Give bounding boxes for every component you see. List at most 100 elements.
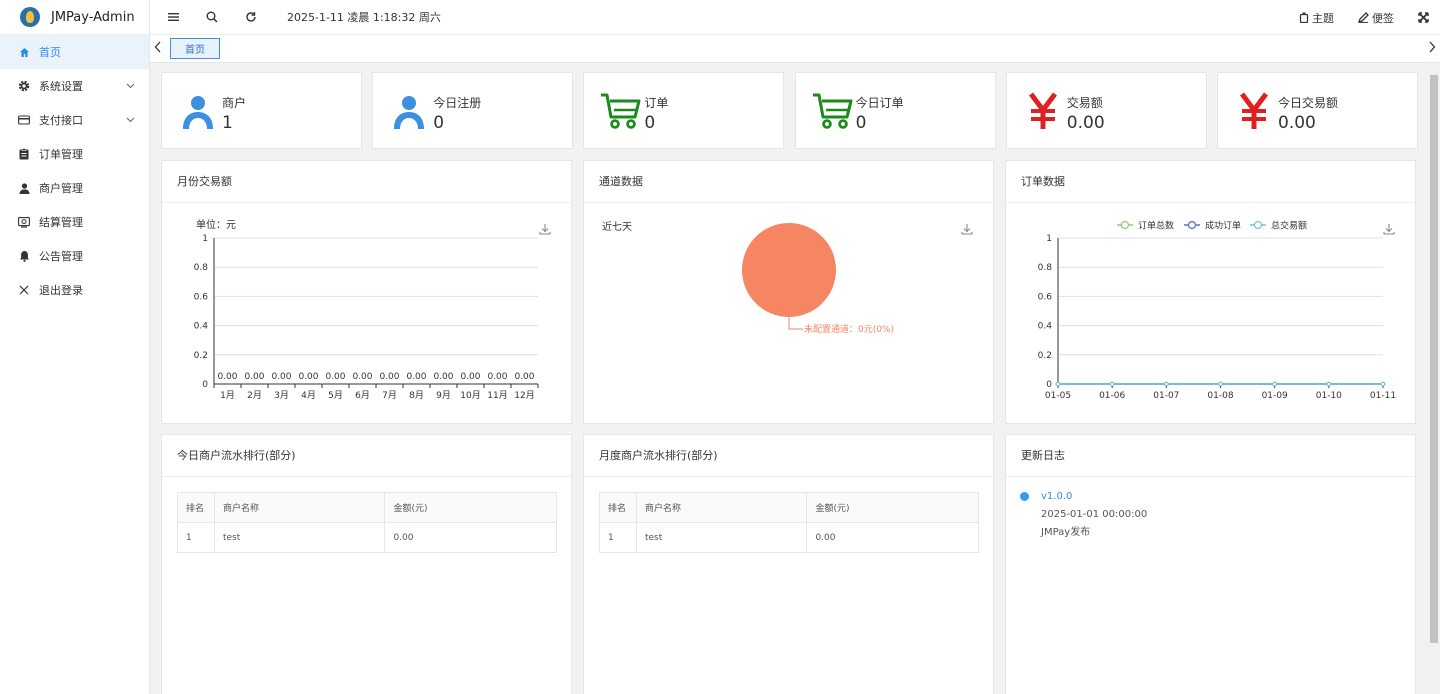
sidebar-item-3[interactable]: 订单管理 [0,137,149,171]
edit-icon [1358,12,1369,23]
data-label: 0.00 [244,372,264,382]
sidebar-item-1[interactable]: 系统设置 [0,69,149,103]
changelog-version[interactable]: v1.0.0 [1041,491,1072,502]
menu-toggle-icon[interactable] [163,7,183,27]
x-tick-label: 01-11 [1370,391,1396,401]
stat-value: 0 [855,113,867,133]
column-header: 排名 [599,492,637,523]
tab-next-icon[interactable] [1428,41,1436,56]
column-header: 商户名称 [635,492,808,523]
y-tick-label: 1 [1046,234,1052,244]
tab-home[interactable]: 首页 [170,38,220,59]
sidebar-item-2[interactable]: 支付接口 [0,103,149,137]
stat-card: 今日注册 0 [372,72,574,149]
sidebar-item-label: 公告管理 [39,250,83,263]
x-tick-label: 01-08 [1207,391,1233,401]
stat-label: 今日交易额 [1278,96,1339,110]
x-tick-label: 11月 [487,390,507,401]
timeline-dot [1020,492,1029,501]
changelog-note: JMPay发布 [1041,527,1091,538]
data-label: 0.00 [217,372,237,382]
data-label: 0.00 [352,372,372,382]
scrollbar-thumb[interactable] [1430,75,1438,643]
user-icon [389,91,429,131]
stat-value: 0.00 [1278,113,1316,133]
table-cell: test [635,522,808,553]
table-row: 1 test 0.00 [599,522,979,553]
panel-today-rank-title: 今日商户流水排行(部分) [162,435,571,477]
data-label: 0.00 [514,372,534,382]
theme-button[interactable]: 主题 [1299,10,1334,26]
stat-card: 今日订单 0 [794,72,996,149]
y-tick-label: 0.6 [194,292,209,302]
x-tick-label: 10月 [460,390,480,401]
stat-card: 商户 1 [161,72,362,149]
x-tick-label: 01-06 [1099,391,1125,401]
page-scrollbar[interactable] [1428,63,1440,694]
yuan-icon [1023,91,1063,131]
x-tick-label: 01-10 [1316,391,1342,401]
x-tick-label: 9月 [436,390,451,401]
series-point [1218,381,1223,387]
sidebar-item-label: 首页 [39,46,61,59]
panel-changelog: 更新日志 v1.0.0 2025-01-01 00:00:00 JMPay发布 [1005,434,1416,694]
series-point [1272,381,1277,387]
legend-label: 成功订单 [1205,220,1241,232]
chart-subtitle: 近七天 [602,220,632,233]
stat-label: 今日订单 [855,96,904,110]
sidebar-item-6[interactable]: 公告管理 [0,239,149,273]
series-point [1380,381,1386,387]
month-rank-table: 排名 商户名称 金额(元) 1 test 0.00 [599,492,979,553]
y-tick-label: 0.4 [1038,322,1053,332]
search-icon[interactable] [202,7,222,27]
sidebar-item-0[interactable]: 首页 [0,35,149,69]
x-tick-label: 01-07 [1153,391,1179,401]
y-tick-label: 0.8 [194,263,209,273]
card-icon [18,114,30,126]
table-header-row: 排名 商户名称 金额(元) [177,492,557,523]
chevron-down-icon [126,113,135,126]
fullscreen-icon[interactable] [1418,12,1432,23]
datetime-display: 2025-1-11 凌晨 1:18:32 周六 [287,11,441,24]
theme-label: 主题 [1312,11,1334,25]
slice-label: 未配置通道：0元(0%) [804,323,894,335]
table-cell: 1 [177,522,215,553]
panel-orders: 订单数据 订单总数 成功订单 总交易额 0 0.2 0.4 0.6 0.8 1 01-05 01-0… [1005,160,1416,424]
x-tick-label: 12月 [514,390,534,401]
home-icon [18,46,30,58]
sidebar-item-label: 系统设置 [39,80,83,93]
settle-icon [18,216,30,228]
sidebar-item-7[interactable]: 退出登录 [0,273,149,307]
panel-changelog-title: 更新日志 [1006,435,1415,477]
table-cell: 0.00 [384,522,557,553]
channel-pie-chart: 近七天未配置通道：0元(0%) [602,220,894,335]
app-logo[interactable]: JMPay-Admin [0,0,149,35]
chevron-down-icon [126,79,135,92]
legend-marker [1187,220,1197,230]
data-label: 0.00 [406,372,426,382]
table-cell: 0.00 [806,522,979,553]
stat-label: 订单 [644,96,669,110]
sidebar-item-4[interactable]: 商户管理 [0,171,149,205]
x-tick-label: 5月 [328,390,343,401]
legend-label: 总交易额 [1271,220,1307,232]
tab-prev-icon[interactable] [154,41,162,56]
data-label: 0.00 [487,372,507,382]
x-tick-label: 4月 [301,390,316,401]
notes-button[interactable]: 便签 [1358,10,1394,26]
sidebar: JMPay-Admin 首页系统设置支付接口 订单管理 商户管理结算管理公告管理退出… [0,0,150,694]
data-label: 0.00 [379,372,399,382]
sidebar-item-5[interactable]: 结算管理 [0,205,149,239]
pie-slice [742,223,836,317]
gear-icon [18,80,30,92]
theme-icon [1299,12,1309,23]
table-cell: test [213,522,386,553]
x-tick-label: 01-05 [1045,391,1071,401]
clipboard-icon [18,148,30,160]
y-tick-label: 0.8 [1038,263,1053,273]
y-tick-label: 0 [202,380,208,390]
sidebar-item-label: 结算管理 [39,216,83,229]
app-title: JMPay-Admin [51,9,135,25]
sidebar-item-label: 退出登录 [39,284,83,297]
refresh-icon[interactable] [241,7,261,27]
